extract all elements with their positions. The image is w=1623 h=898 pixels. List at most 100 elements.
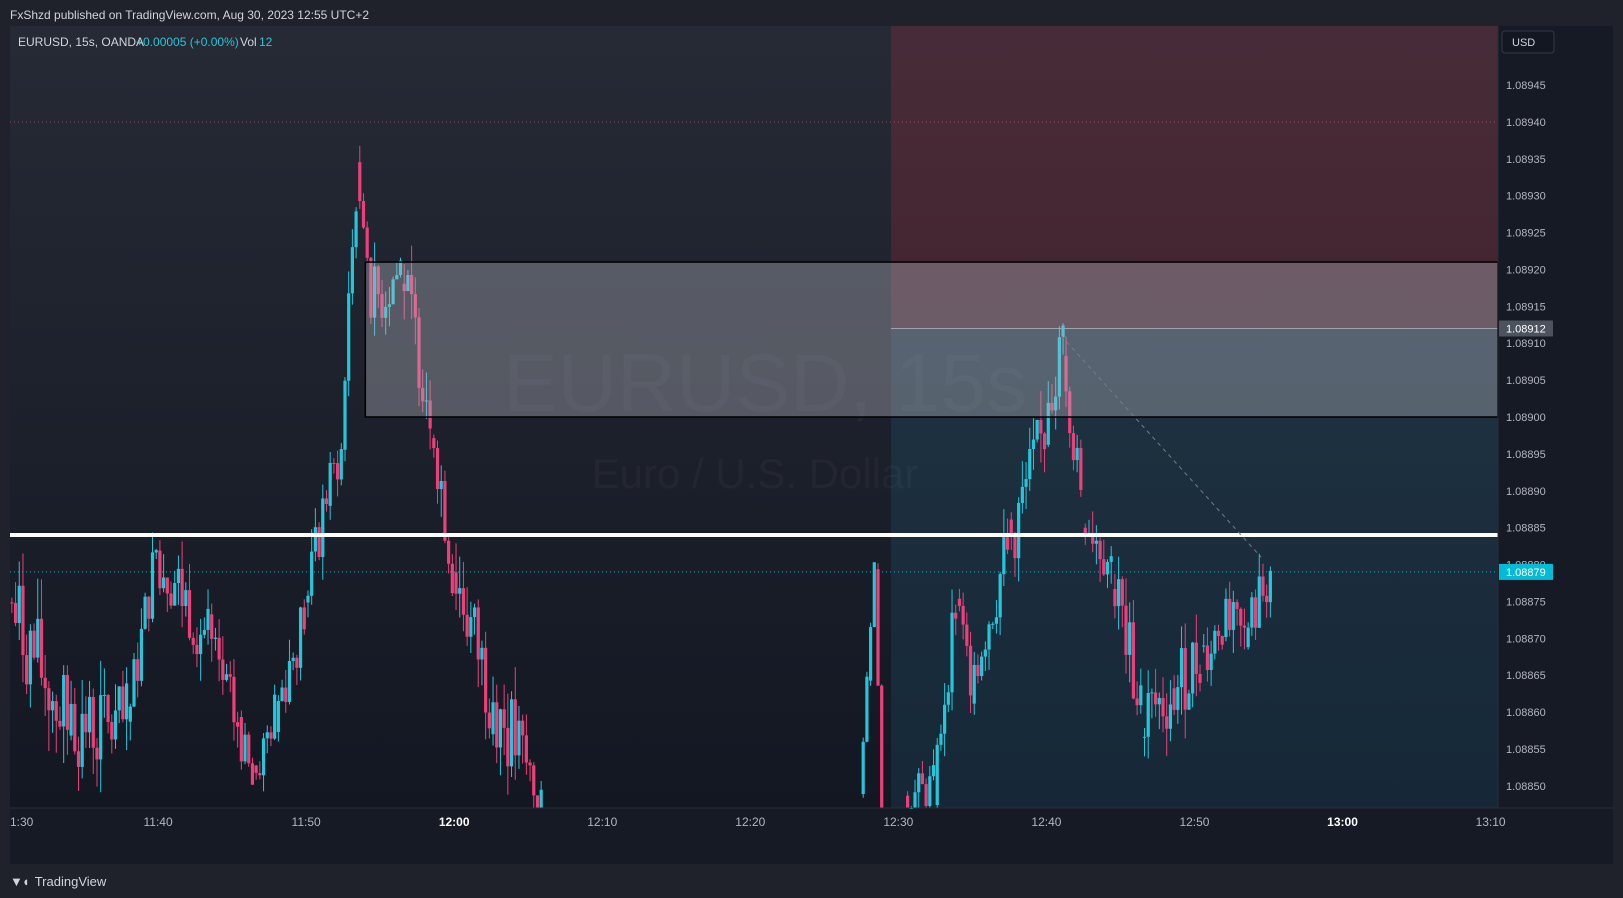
candle-body	[210, 614, 214, 639]
candle-body	[1024, 479, 1028, 487]
candle-body	[95, 747, 99, 760]
candle-body	[1071, 433, 1076, 461]
time-axis[interactable]: 1:30 11:40 11:50 12:00 12:10 12:20 12:30 12:40 1…	[10, 815, 1506, 829]
candle-body	[1202, 645, 1206, 647]
volume-label: Vol	[240, 35, 257, 49]
candle-body	[1261, 576, 1265, 596]
candle-body	[154, 550, 158, 553]
candle-body	[1198, 673, 1202, 683]
candle-body	[1194, 642, 1198, 674]
candle-body	[21, 585, 25, 656]
candle-body	[298, 607, 303, 668]
candle-body	[232, 676, 236, 723]
candle-body	[80, 713, 84, 767]
candle-body	[28, 630, 32, 685]
candle-body	[472, 607, 477, 618]
chart-frame: EURUSD, 15s Euro / U.S. Dollar 1.089501.…	[10, 26, 1613, 864]
tradingview-logo-icon: ▼◖	[10, 874, 30, 889]
candle-body	[521, 720, 525, 736]
candle-body	[1253, 597, 1258, 628]
candle-body	[957, 598, 962, 606]
candle-body	[284, 687, 288, 703]
candle-body	[968, 645, 973, 696]
candle-body	[184, 590, 188, 607]
price-tick-label: 1.08915	[1506, 301, 1546, 313]
candle-body	[1209, 653, 1213, 671]
candle-body	[1035, 420, 1039, 440]
candle-body	[47, 688, 51, 711]
candle-body	[173, 583, 177, 606]
price-tick-label: 1.08935	[1506, 154, 1546, 166]
candle-body	[476, 607, 480, 660]
candle-body	[295, 657, 299, 668]
candle-body	[491, 702, 495, 735]
candle-body	[924, 784, 928, 806]
candle-body	[1131, 622, 1136, 699]
candle-body	[987, 624, 991, 650]
candle-body	[1213, 630, 1217, 654]
candle-body	[17, 585, 21, 623]
candle-body	[10, 602, 14, 604]
candle-body	[913, 792, 917, 808]
candle-body	[1172, 688, 1176, 710]
price-axis[interactable]: 1.089501.089451.089401.089351.089301.089…	[1506, 43, 1546, 793]
candle-body	[254, 765, 258, 773]
candle-body	[128, 706, 132, 722]
candle-body	[250, 763, 255, 785]
candle-body	[469, 617, 473, 637]
candle-body	[13, 602, 18, 623]
candle-body	[1257, 576, 1261, 628]
candle-body	[124, 683, 129, 720]
time-tick-label: 1:30	[10, 815, 34, 829]
candle-body	[358, 162, 362, 202]
time-tick-label: 11:50	[292, 815, 321, 829]
candle-body	[917, 773, 921, 793]
last-price-text: 1.08879	[1506, 567, 1546, 579]
time-tick-label: 12:40	[1031, 815, 1061, 829]
candle-body	[106, 694, 110, 723]
candle-body	[1246, 627, 1250, 648]
candle-body	[25, 655, 29, 685]
candle-body	[273, 694, 277, 739]
candle-body	[258, 772, 262, 776]
candle-body	[991, 623, 995, 625]
candle-body	[102, 694, 106, 696]
candle-body	[239, 717, 243, 762]
candle-body	[1042, 433, 1047, 450]
candle-body	[347, 293, 351, 381]
candle-body	[317, 527, 321, 558]
price-tick-label: 1.08850	[1506, 781, 1546, 793]
candle-body	[1094, 540, 1098, 544]
candle-body	[265, 732, 269, 739]
candle-body	[1157, 697, 1161, 705]
candle-body	[1109, 556, 1113, 562]
candle-body	[1224, 598, 1228, 638]
candle-body	[439, 480, 443, 490]
candle-body	[939, 733, 943, 745]
candlestick-chart[interactable]: EURUSD, 15s Euro / U.S. Dollar 1.089501.…	[10, 26, 1613, 864]
candle-body	[994, 617, 999, 624]
candle-body	[1079, 447, 1083, 490]
candle-body	[435, 448, 440, 490]
candle-body	[1183, 648, 1187, 710]
candle-body	[236, 722, 240, 727]
candle-body	[509, 699, 514, 767]
candle-body	[302, 607, 306, 630]
candle-body	[868, 627, 873, 681]
symbol-label[interactable]: EURUSD, 15s, OANDA	[18, 35, 144, 49]
candle-body	[480, 647, 484, 660]
candle-body	[261, 738, 266, 776]
candle-body	[1228, 598, 1232, 630]
candle-body	[147, 596, 151, 619]
candle-body	[139, 628, 144, 681]
symbol-change: +0.00005 (+0.00%)	[136, 35, 239, 49]
footer: ▼◖ TradingView	[10, 874, 106, 889]
candle-body	[50, 701, 55, 711]
time-tick-label: 13:10	[1476, 815, 1506, 829]
candle-body	[872, 562, 876, 628]
candle-body	[1020, 486, 1024, 503]
candle-body	[199, 634, 203, 655]
candle-body	[243, 734, 247, 762]
candle-body	[1135, 698, 1139, 706]
candle-body	[461, 588, 466, 615]
